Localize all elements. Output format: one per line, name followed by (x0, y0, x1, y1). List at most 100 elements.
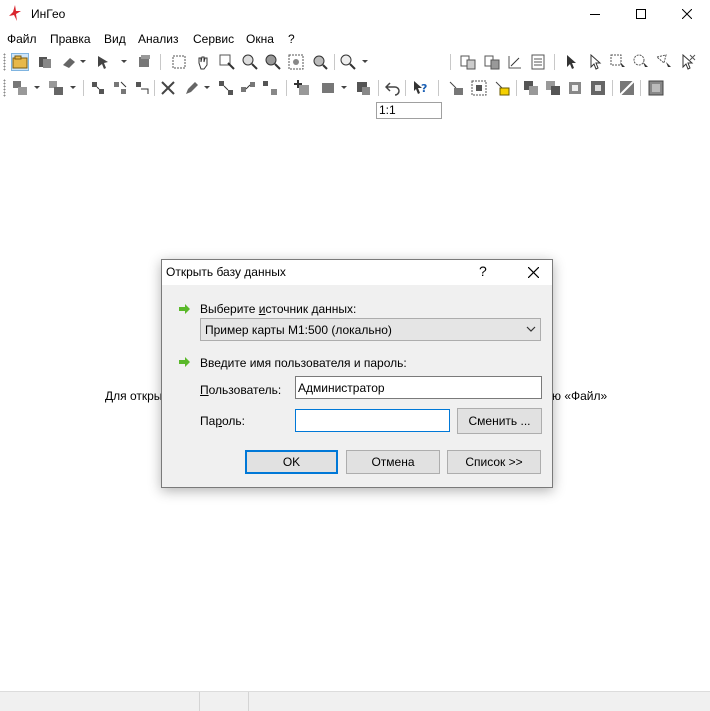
ok-button[interactable]: OK (245, 450, 338, 474)
pencil-icon[interactable] (184, 80, 200, 96)
svg-text:?: ? (421, 82, 427, 95)
node-edit-icon[interactable] (90, 80, 106, 96)
eraser-icon[interactable] (61, 54, 77, 70)
open-database-dialog: Открыть базу данных ? Выберите источник … (161, 259, 553, 488)
select-rect-icon[interactable] (610, 54, 626, 70)
pointer-icon[interactable] (563, 54, 579, 70)
status-bar (0, 691, 710, 711)
data-source-select[interactable]: Пример карты М1:500 (локально) (200, 318, 541, 341)
menu-analysis[interactable]: Анализ (138, 32, 179, 46)
table-icon[interactable] (530, 54, 546, 70)
arrange-dropdown[interactable] (70, 86, 76, 89)
menu-view[interactable]: Вид (104, 32, 126, 46)
select-object-icon[interactable] (96, 54, 112, 70)
maximize-button[interactable] (618, 0, 664, 28)
menu-edit[interactable]: Правка (50, 32, 91, 46)
green-arrow-icon (179, 357, 190, 367)
merge-icon[interactable] (134, 80, 150, 96)
dialog-help-button[interactable]: ? (479, 263, 487, 279)
connect-icon[interactable] (218, 80, 234, 96)
arrange-icon[interactable] (48, 80, 64, 96)
undo-icon[interactable] (385, 80, 401, 96)
background-hint-right: ю «Файл» (552, 389, 608, 403)
select-cancel-icon[interactable] (680, 54, 696, 70)
app-titlebar: ИнГео (0, 0, 710, 28)
minimize-icon (590, 14, 600, 15)
move-down-icon[interactable] (448, 80, 464, 96)
data-source-value: Пример карты М1:500 (локально) (205, 323, 392, 337)
status-cell (0, 692, 200, 711)
bring-front-icon[interactable] (523, 80, 539, 96)
rectangle-icon[interactable] (320, 80, 336, 96)
close-window-button[interactable] (664, 0, 710, 28)
pencil-dropdown[interactable] (204, 86, 210, 89)
close-icon (682, 9, 692, 19)
menu-file[interactable]: Файл (7, 32, 37, 46)
zoom-extent-icon[interactable] (288, 54, 304, 70)
main-toolbar: 1:1 (0, 49, 710, 119)
select-polygon-icon[interactable] (656, 54, 672, 70)
scale-input[interactable]: 1:1 (376, 102, 442, 119)
frame-icon[interactable] (590, 80, 606, 96)
zoom-frame-icon[interactable] (219, 54, 235, 70)
eraser-dropdown[interactable] (80, 60, 86, 63)
change-password-button[interactable]: Сменить ... (457, 408, 542, 434)
add-object-icon[interactable] (294, 80, 310, 96)
user-input[interactable] (295, 376, 542, 399)
split-icon[interactable] (112, 80, 128, 96)
close-icon (527, 267, 539, 278)
rectangle-dropdown[interactable] (341, 86, 347, 89)
pointer-outline-icon[interactable] (587, 54, 603, 70)
chevron-down-icon (526, 326, 536, 332)
semantics-icon[interactable] (460, 54, 476, 70)
maximize-icon (636, 9, 646, 19)
menu-windows[interactable]: Окна (246, 32, 274, 46)
ingeo-logo-icon (9, 5, 21, 21)
snap-icon[interactable] (240, 80, 256, 96)
group-icon[interactable] (12, 80, 28, 96)
menu-service[interactable]: Сервис (193, 32, 234, 46)
toolbar-grip[interactable] (3, 79, 6, 97)
select-circle-icon[interactable] (633, 54, 649, 70)
layers-icon[interactable] (37, 54, 53, 70)
border-icon[interactable] (648, 80, 664, 96)
source-label: Выберите источник данных: (200, 302, 357, 316)
context-help-icon[interactable]: ? (413, 80, 429, 96)
status-cell (200, 692, 249, 711)
center-icon[interactable] (567, 80, 583, 96)
scale-zoom-dropdown[interactable] (362, 60, 368, 63)
zoom-in-icon[interactable] (242, 54, 258, 70)
zoom-out-icon[interactable] (265, 54, 281, 70)
menu-bar: Файл Правка Вид Анализ Сервис Окна ? (0, 29, 710, 48)
dialog-close-button[interactable] (514, 260, 552, 285)
cut-icon[interactable] (160, 80, 176, 96)
cancel-button[interactable]: Отмена (346, 450, 440, 474)
app-title: ИнГео (31, 7, 66, 21)
toolbar-grip[interactable] (3, 53, 6, 71)
minimize-button[interactable] (572, 0, 618, 28)
password-input[interactable] (295, 409, 450, 432)
password-label: Пароль: (200, 414, 245, 428)
diagonal-icon[interactable] (619, 80, 635, 96)
send-back-icon[interactable] (545, 80, 561, 96)
green-arrow-icon (179, 304, 190, 314)
frame-select-icon[interactable] (171, 54, 187, 70)
background-hint-left: Для откры (105, 389, 163, 403)
scale-zoom-icon[interactable] (340, 54, 356, 70)
edit-toolbar: ? (0, 75, 710, 101)
select-dropdown[interactable] (121, 60, 127, 63)
group-dropdown[interactable] (34, 86, 40, 89)
measure-icon[interactable] (507, 54, 523, 70)
zoom-previous-icon[interactable] (312, 54, 328, 70)
select-all-icon[interactable] (471, 80, 487, 96)
fill-icon[interactable] (355, 80, 371, 96)
hand-pan-icon[interactable] (195, 54, 211, 70)
highlight-icon[interactable] (494, 80, 510, 96)
open-map-icon[interactable] (11, 53, 29, 71)
menu-help[interactable]: ? (288, 32, 295, 46)
credentials-label: Введите имя пользователя и пароль: (200, 356, 407, 370)
object-info-icon[interactable] (484, 54, 500, 70)
stack-icon[interactable] (136, 54, 152, 70)
list-button[interactable]: Список >> (447, 450, 541, 474)
align-icon[interactable] (262, 80, 278, 96)
